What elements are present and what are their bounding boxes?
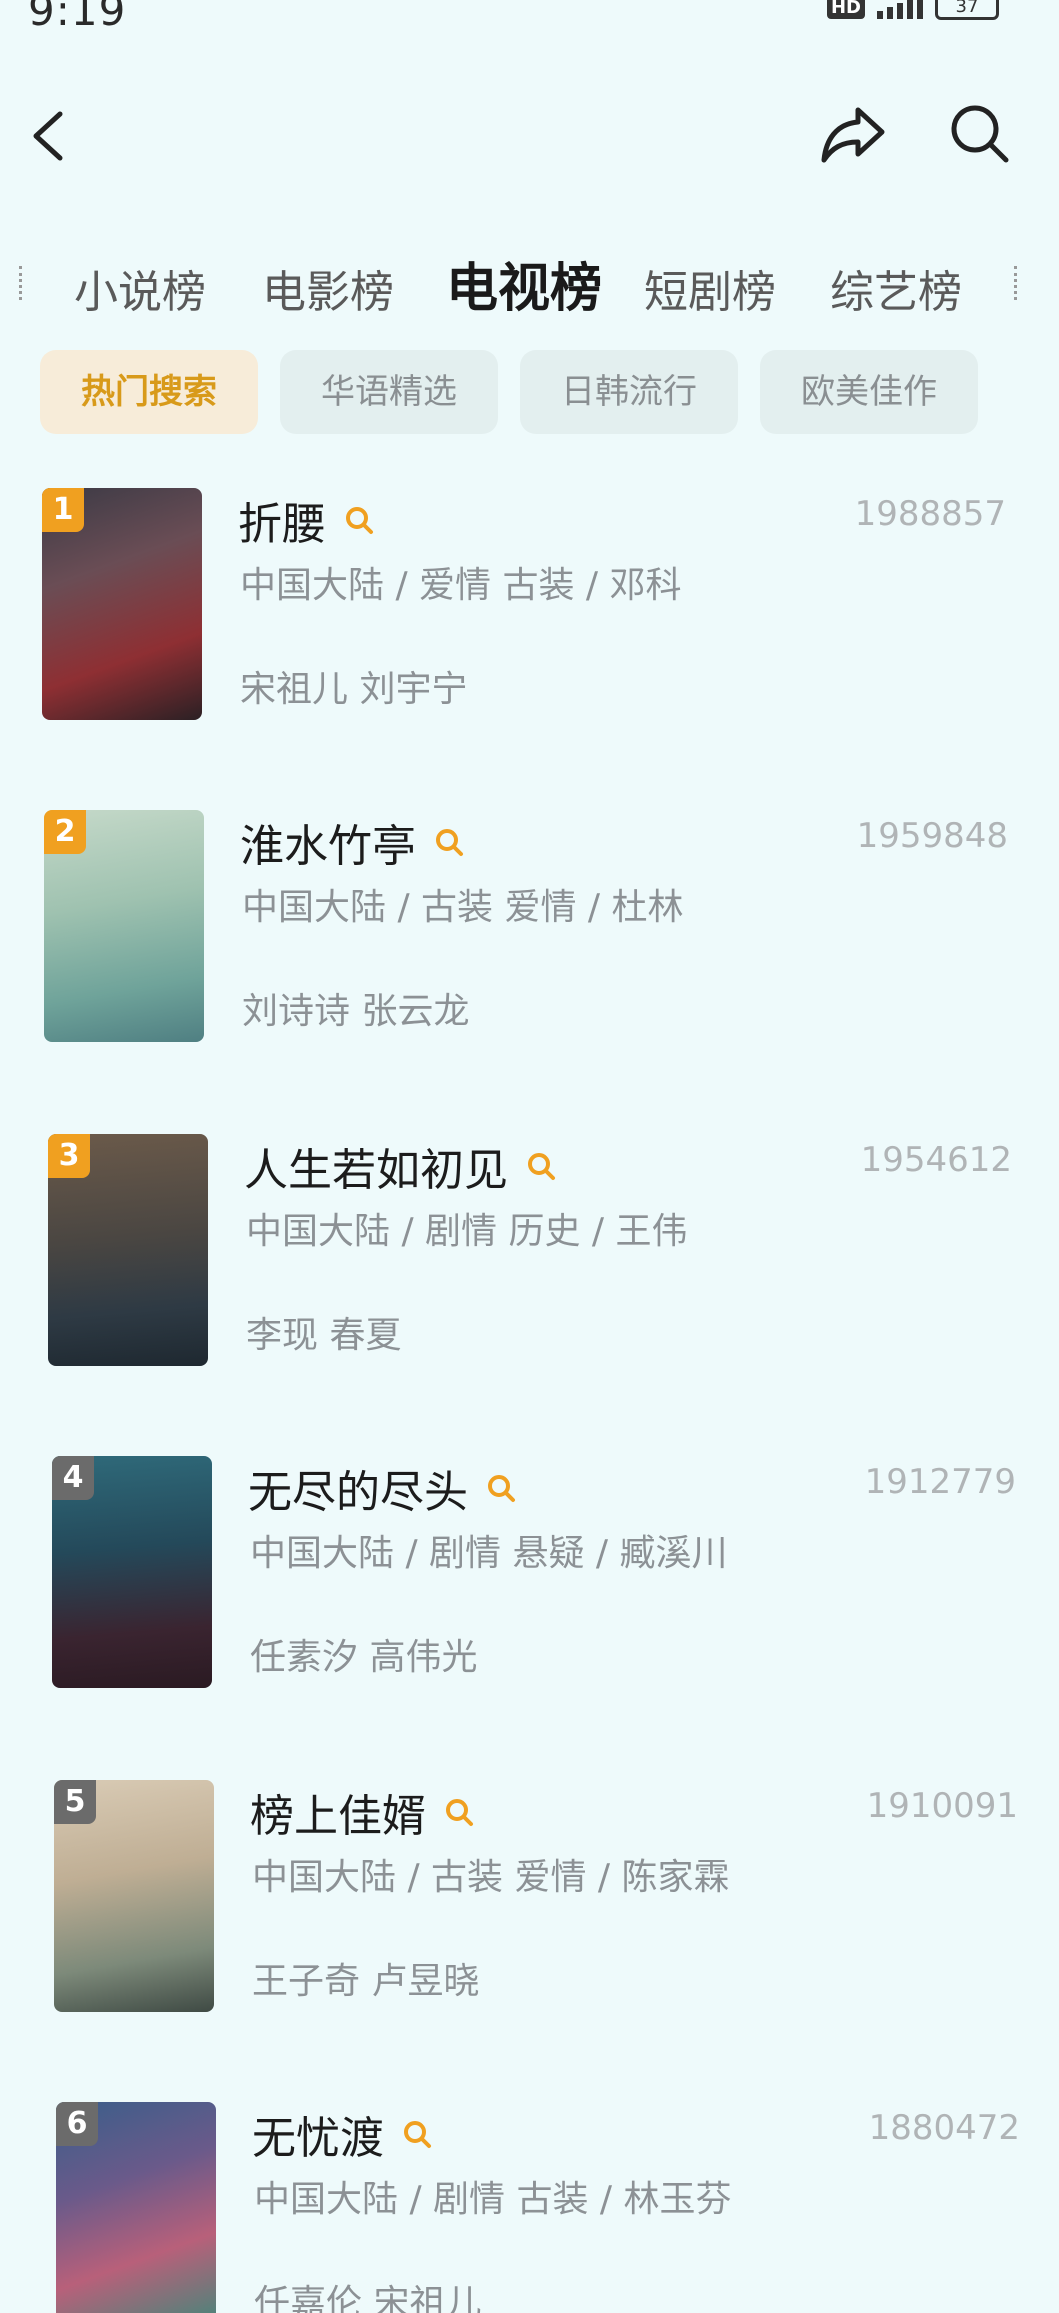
search-icon xyxy=(446,1799,473,1826)
item-meta: 中国大陆 / 剧情 悬疑 / 臧溪川 xyxy=(250,1533,728,1574)
item-title-text: 无尽的尽头 xyxy=(248,1467,468,1518)
item-cast: 任素汐 高伟光 xyxy=(250,1637,478,1678)
item-cast: 刘诗诗 张云龙 xyxy=(242,991,470,1032)
list-item[interactable]: 3 人生若如初见 中国大陆 / 剧情 历史 / 王伟 李现 春夏 1954612 xyxy=(48,1134,1059,1374)
filter-chips: 热门搜索 华语精选 日韩流行 欧美佳作 xyxy=(0,350,1059,440)
item-genres: 剧情 古装 xyxy=(433,2179,589,2220)
item-title: 榜上佳婿 xyxy=(250,1780,474,1844)
signal-icon xyxy=(877,0,923,19)
search-button[interactable] xyxy=(948,102,1012,166)
item-meta: 中国大陆 / 古装 爱情 / 陈家霖 xyxy=(252,1857,730,1898)
item-title: 无忧渡 xyxy=(252,2102,432,2166)
hot-score: 1988857 xyxy=(854,494,1006,534)
category-tabs: 小说榜 电影榜 电视榜 短剧榜 综艺榜 xyxy=(0,238,1059,328)
item-region: 中国大陆 xyxy=(242,887,387,928)
item-director: 陈家霖 xyxy=(621,1857,730,1898)
tab-movie-ranking[interactable]: 电影榜 xyxy=(262,256,394,320)
item-region: 中国大陆 xyxy=(240,565,385,606)
item-cast: 王子奇 卢昱晓 xyxy=(252,1961,480,2002)
item-meta: 中国大陆 / 爱情 古装 / 邓科 xyxy=(240,565,682,606)
hd-badge: HD xyxy=(826,0,865,19)
item-region: 中国大陆 xyxy=(254,2179,399,2220)
list-item[interactable]: 1 折腰 中国大陆 / 爱情 古装 / 邓科 宋祖儿 刘宇宁 1988857 xyxy=(42,488,1059,728)
chip-western-picks[interactable]: 欧美佳作 xyxy=(760,350,978,434)
rank-badge: 2 xyxy=(44,810,86,854)
item-title-text: 折腰 xyxy=(238,499,326,550)
item-title-text: 淮水竹亭 xyxy=(240,821,416,872)
item-director: 杜林 xyxy=(611,887,684,928)
item-genres: 剧情 悬疑 xyxy=(429,1533,585,1574)
chip-chinese-picks[interactable]: 华语精选 xyxy=(280,350,498,434)
status-indicators: HD 37 xyxy=(826,0,999,20)
item-genres: 古装 爱情 xyxy=(431,1857,587,1898)
search-icon xyxy=(436,829,463,856)
item-title: 淮水竹亭 xyxy=(240,810,464,874)
list-item[interactable]: 5 榜上佳婿 中国大陆 / 古装 爱情 / 陈家霖 王子奇 卢昱晓 191009… xyxy=(54,1780,1059,2020)
poster-image: 2 xyxy=(44,810,204,1042)
item-meta: 中国大陆 / 剧情 历史 / 王伟 xyxy=(246,1211,688,1252)
tab-novel-ranking[interactable]: 小说榜 xyxy=(74,256,206,320)
search-icon xyxy=(488,1475,515,1502)
list-item[interactable]: 4 无尽的尽头 中国大陆 / 剧情 悬疑 / 臧溪川 任素汐 高伟光 19127… xyxy=(52,1456,1059,1696)
item-director: 王伟 xyxy=(615,1211,688,1252)
rank-badge: 6 xyxy=(56,2102,98,2146)
item-genres: 古装 爱情 xyxy=(421,887,577,928)
tab-short-drama-ranking[interactable]: 短剧榜 xyxy=(644,256,776,320)
item-title-text: 无忧渡 xyxy=(252,2113,384,2164)
hot-score: 1880472 xyxy=(868,2108,1020,2148)
poster-image: 6 xyxy=(56,2102,216,2313)
item-genres: 剧情 历史 xyxy=(425,1211,581,1252)
search-icon xyxy=(951,105,1009,163)
item-cast: 李现 春夏 xyxy=(246,1315,402,1356)
item-title-text: 人生若如初见 xyxy=(244,1145,508,1196)
item-title: 无尽的尽头 xyxy=(248,1456,516,1520)
list-item[interactable]: 6 无忧渡 中国大陆 / 剧情 古装 / 林玉芬 任嘉伦 宋祖儿 1880472 xyxy=(56,2102,1059,2313)
tab-edge-left xyxy=(14,266,22,300)
search-icon xyxy=(404,2121,431,2148)
hot-score: 1912779 xyxy=(864,1462,1016,1502)
item-region: 中国大陆 xyxy=(246,1211,391,1252)
hot-score: 1910091 xyxy=(866,1786,1018,1826)
item-genres: 爱情 古装 xyxy=(419,565,575,606)
search-icon xyxy=(346,507,373,534)
status-time: 9:19 xyxy=(28,0,127,35)
rank-badge: 3 xyxy=(48,1134,90,1178)
rank-badge: 5 xyxy=(54,1780,96,1824)
item-cast: 任嘉伦 宋祖儿 xyxy=(254,2283,482,2313)
poster-image: 4 xyxy=(52,1456,212,1688)
poster-image: 1 xyxy=(42,488,202,720)
rank-badge: 1 xyxy=(42,488,84,532)
item-region: 中国大陆 xyxy=(250,1533,395,1574)
tab-variety-ranking[interactable]: 综艺榜 xyxy=(830,256,962,320)
share-button[interactable] xyxy=(818,102,888,166)
top-bar xyxy=(0,90,1059,180)
item-region: 中国大陆 xyxy=(252,1857,397,1898)
list-item[interactable]: 2 淮水竹亭 中国大陆 / 古装 爱情 / 杜林 刘诗诗 张云龙 1959848 xyxy=(44,810,1059,1050)
item-director: 林玉芬 xyxy=(623,2179,732,2220)
item-title-text: 榜上佳婿 xyxy=(250,1791,426,1842)
back-button[interactable] xyxy=(22,106,82,166)
item-meta: 中国大陆 / 剧情 古装 / 林玉芬 xyxy=(254,2179,732,2220)
item-meta: 中国大陆 / 古装 爱情 / 杜林 xyxy=(242,887,684,928)
item-director: 臧溪川 xyxy=(619,1533,728,1574)
share-icon xyxy=(821,107,885,163)
chevron-left-icon xyxy=(33,111,63,161)
battery-icon: 37 xyxy=(935,0,999,20)
chip-jp-kr-popular[interactable]: 日韩流行 xyxy=(520,350,738,434)
tv-ranking-page: 9:19 HD 37 小说榜 电影榜 电视榜 短剧榜 综艺榜 热门搜索 华语精选… xyxy=(0,0,1059,2313)
status-bar: 9:19 HD 37 xyxy=(0,0,1059,40)
item-title: 折腰 xyxy=(238,488,374,552)
poster-image: 3 xyxy=(48,1134,208,1366)
search-icon xyxy=(528,1153,555,1180)
poster-image: 5 xyxy=(54,1780,214,2012)
rank-badge: 4 xyxy=(52,1456,94,1500)
chip-hot-search[interactable]: 热门搜索 xyxy=(40,350,258,434)
item-title: 人生若如初见 xyxy=(244,1134,556,1198)
tab-tv-ranking[interactable]: 电视榜 xyxy=(446,246,602,321)
hot-score: 1959848 xyxy=(856,816,1008,856)
tab-edge-right xyxy=(1014,266,1024,300)
hot-score: 1954612 xyxy=(860,1140,1012,1180)
item-cast: 宋祖儿 刘宇宁 xyxy=(240,669,468,710)
item-director: 邓科 xyxy=(609,565,682,606)
